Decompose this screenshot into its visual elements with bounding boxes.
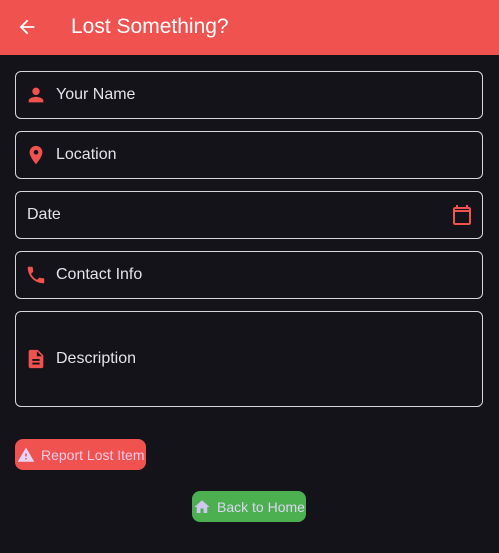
date-field-label: Date [27, 206, 61, 223]
calendar-icon[interactable] [450, 203, 474, 227]
report-lost-item-button[interactable]: Report Lost Item [15, 439, 146, 470]
name-field[interactable]: Your Name [15, 71, 483, 119]
back-button[interactable] [14, 14, 40, 40]
contact-field-label: Contact Info [56, 266, 143, 283]
page-title: Lost Something? [71, 15, 229, 38]
app-bar: Lost Something? [0, 0, 499, 55]
home-button-label: Back to Home [217, 499, 305, 515]
date-field[interactable]: Date [15, 191, 483, 239]
warning-icon [17, 447, 35, 462]
description-field[interactable]: Description [15, 311, 483, 407]
home-icon [194, 500, 210, 513]
location-field-label: Location [56, 146, 117, 163]
description-field-label: Description [56, 350, 137, 367]
person-icon [25, 84, 47, 106]
arrow-back-icon [19, 19, 35, 35]
location-field[interactable]: Location [15, 131, 483, 179]
name-field-label: Your Name [56, 86, 136, 103]
contact-field[interactable]: Contact Info [15, 251, 483, 299]
location-pin-icon [25, 144, 47, 166]
report-button-label: Report Lost Item [41, 447, 145, 463]
back-to-home-button[interactable]: Back to Home [192, 491, 306, 522]
document-icon [25, 348, 47, 370]
phone-icon [25, 264, 47, 286]
